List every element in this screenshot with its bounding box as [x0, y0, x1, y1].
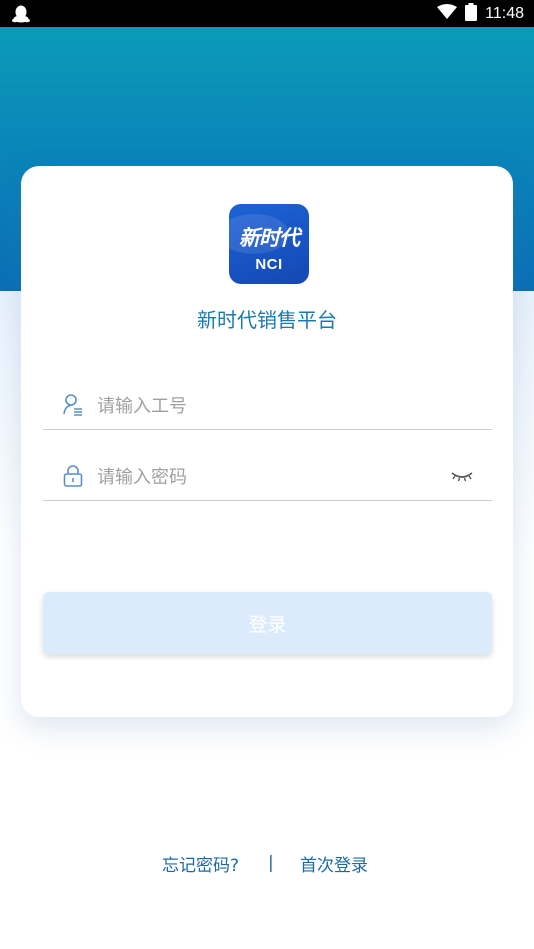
login-card: 新时代 NCI 新时代销售平台 请输入工号 登录 — [21, 166, 513, 717]
battery-icon — [465, 2, 478, 25]
login-button[interactable]: 登录 — [43, 592, 492, 654]
footer-links: 忘记密码? | 首次登录 — [0, 851, 534, 877]
forgot-password-link[interactable]: 忘记密码? — [162, 851, 239, 876]
password-field — [43, 451, 492, 501]
user-icon — [62, 393, 84, 417]
logo-badge-text: NCI — [255, 256, 283, 273]
username-field — [43, 380, 492, 430]
eye-closed-icon[interactable] — [450, 467, 474, 485]
username-input[interactable] — [97, 390, 437, 422]
link-divider: | — [268, 853, 274, 873]
status-time: 11:48 — [485, 4, 524, 22]
app-title: 新时代销售平台 — [197, 308, 337, 332]
app-logo: 新时代 NCI — [229, 204, 309, 284]
qq-penguin-icon — [11, 4, 31, 24]
lock-icon — [62, 464, 84, 488]
status-bar: 11:48 — [0, 0, 534, 27]
status-indicators: 11:48 — [437, 0, 524, 27]
wifi-icon — [437, 3, 458, 24]
password-input[interactable] — [97, 461, 437, 493]
first-login-link[interactable]: 首次登录 — [300, 851, 368, 876]
logo-script-text: 新时代 — [239, 225, 300, 250]
